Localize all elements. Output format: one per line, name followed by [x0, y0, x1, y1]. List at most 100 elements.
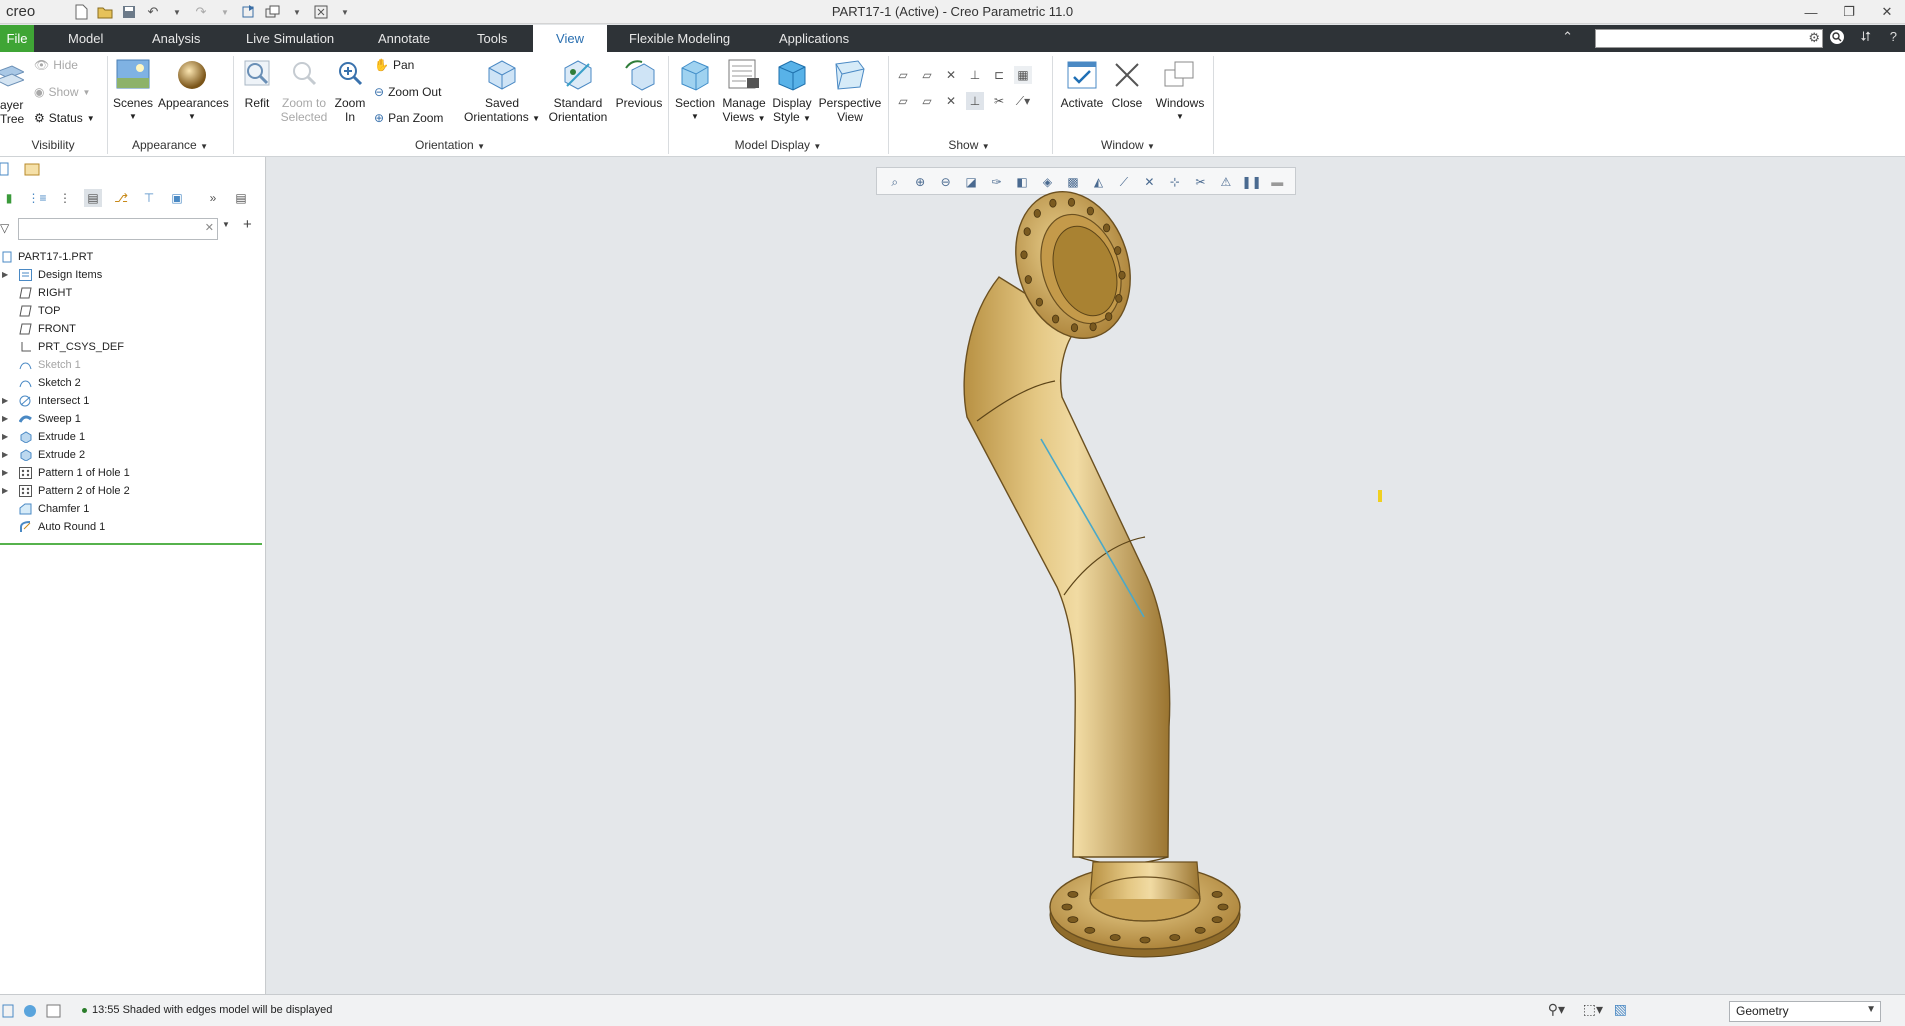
plane-display-icon[interactable]: ⏥: [894, 66, 912, 84]
filter-icon[interactable]: ▽: [0, 221, 9, 235]
tree-item[interactable]: RIGHT: [0, 284, 266, 302]
tab-annotate[interactable]: Annotate: [374, 25, 434, 52]
axis-display-icon[interactable]: ✕: [942, 66, 960, 84]
tree-item[interactable]: ▶ Pattern 2 of Hole 2: [0, 482, 266, 500]
plane-tag-display-icon[interactable]: ⏥: [918, 66, 936, 84]
annotation-display-icon[interactable]: ▦: [1014, 66, 1032, 84]
group-appearance-label[interactable]: Appearance ▼: [108, 138, 232, 152]
pan-zoom-button[interactable]: ⊕ Pan Zoom: [374, 111, 443, 125]
expand-arrow-icon[interactable]: ▶: [2, 464, 10, 482]
add-filter-icon[interactable]: +: [243, 216, 252, 233]
folder-browser-tab-icon[interactable]: [24, 161, 42, 180]
tree-expand-icon[interactable]: ⋮≡: [28, 189, 47, 207]
standard-orientation-button[interactable]: Standard Orientation: [544, 58, 612, 124]
tree-item[interactable]: Chamfer 1: [0, 500, 266, 518]
full-screen-icon[interactable]: [46, 1003, 62, 1022]
help-icon[interactable]: ?: [1890, 29, 1897, 44]
clear-search-icon[interactable]: ✕: [205, 221, 214, 234]
theme-icon[interactable]: ⮃: [1861, 29, 1871, 45]
activate-button[interactable]: Activate: [1058, 58, 1106, 110]
pan-button[interactable]: ✋ Pan: [374, 58, 414, 72]
toggle-browser-icon[interactable]: [22, 1003, 38, 1022]
tree-settings-icon[interactable]: ▮: [0, 189, 18, 207]
appearances-button[interactable]: Appearances ▼: [158, 58, 229, 124]
tree-item[interactable]: ▶ Extrude 2: [0, 446, 266, 464]
tree-filter-icon[interactable]: ▤: [84, 189, 102, 207]
expand-arrow-icon[interactable]: ▶: [2, 482, 10, 500]
gear-icon[interactable]: ⚙: [1808, 30, 1820, 46]
zoom-to-selected-button[interactable]: Zoom to Selected: [278, 58, 330, 124]
search-go-icon[interactable]: [1829, 29, 1845, 48]
csys-tag-icon[interactable]: ✂: [990, 92, 1008, 110]
customize-qat-icon[interactable]: ▼: [336, 3, 354, 21]
spin-center-icon[interactable]: ⏥: [894, 92, 912, 110]
refit-button[interactable]: Refit: [238, 58, 276, 110]
selection-box-icon[interactable]: ⬚▾: [1583, 1001, 1603, 1018]
tab-view[interactable]: View: [533, 25, 607, 52]
tab-file[interactable]: File: [0, 25, 34, 52]
group-show-label[interactable]: Show ▼: [889, 138, 1049, 152]
minimize-icon[interactable]: —: [1801, 2, 1821, 22]
insert-here-marker[interactable]: [0, 543, 262, 545]
windows-button[interactable]: Windows ▼: [1152, 58, 1208, 124]
tree-item[interactable]: TOP: [0, 302, 266, 320]
regenerate-icon[interactable]: [240, 3, 258, 21]
tree-item[interactable]: ▶ Extrude 1: [0, 428, 266, 446]
tab-tools[interactable]: Tools: [473, 25, 511, 52]
close-button[interactable]: Close: [1108, 58, 1146, 110]
csys-display-icon[interactable]: ⊏: [990, 66, 1008, 84]
hide-button[interactable]: 👁 Hide: [34, 58, 78, 72]
selection-filter-select[interactable]: Geometry ▼: [1729, 1001, 1881, 1022]
tab-analysis[interactable]: Analysis: [148, 25, 204, 52]
expand-arrow-icon[interactable]: ▶: [2, 446, 10, 464]
redo-dropdown-icon[interactable]: ▼: [216, 3, 234, 21]
tree-item[interactable]: Auto Round 1: [0, 518, 266, 536]
tree-item[interactable]: Sketch 2: [0, 374, 266, 392]
point-display-icon[interactable]: ⊥: [966, 66, 984, 84]
tree-hierarchy-icon[interactable]: ⊤: [140, 189, 158, 207]
point-tag-icon[interactable]: ⊥: [966, 92, 984, 110]
tree-item[interactable]: Sketch 1: [0, 356, 266, 374]
undo-icon[interactable]: ↶: [144, 3, 162, 21]
more-chevron-icon[interactable]: »: [204, 189, 222, 207]
undo-dropdown-icon[interactable]: ▼: [168, 3, 186, 21]
pipe-body[interactable]: [963, 276, 1171, 858]
pipe-model[interactable]: [267, 157, 1905, 994]
tree-detail-icon[interactable]: ▤: [232, 189, 250, 207]
axis-tag-icon[interactable]: ✕: [942, 92, 960, 110]
manage-views-button[interactable]: Manage Views ▼: [720, 58, 768, 126]
scenes-button[interactable]: Scenes ▼: [111, 58, 155, 124]
search-dropdown-icon[interactable]: ▼: [222, 220, 230, 229]
more-show-icon[interactable]: ⟋▾: [1014, 92, 1032, 110]
tree-item[interactable]: ▶ Intersect 1: [0, 392, 266, 410]
save-icon[interactable]: [120, 3, 138, 21]
toggle-navigator-icon[interactable]: [2, 1003, 16, 1022]
tree-item[interactable]: ▶ Design Items: [0, 266, 266, 284]
tree-item[interactable]: FRONT: [0, 320, 266, 338]
windows-dropdown-icon[interactable]: ▼: [288, 3, 306, 21]
restore-icon[interactable]: ❐: [1839, 2, 1859, 22]
tree-search-input[interactable]: ✕: [18, 218, 218, 240]
tab-live-simulation[interactable]: Live Simulation: [242, 25, 338, 52]
model-tree-tab-icon[interactable]: [0, 161, 10, 180]
tab-flexible-modeling[interactable]: Flexible Modeling: [625, 25, 734, 52]
previous-button[interactable]: Previous: [612, 58, 666, 110]
section-button[interactable]: Section ▼: [672, 58, 718, 124]
tree-item[interactable]: ▶ Pattern 1 of Hole 1: [0, 464, 266, 482]
tree-layers-icon[interactable]: ▣: [168, 189, 186, 207]
close-icon[interactable]: ✕: [1877, 2, 1897, 22]
redo-icon[interactable]: ↷: [192, 3, 210, 21]
group-window-label[interactable]: Window ▼: [1053, 138, 1203, 152]
new-file-icon[interactable]: [72, 3, 90, 21]
expand-arrow-icon[interactable]: ▶: [2, 266, 10, 284]
tab-applications[interactable]: Applications: [775, 25, 853, 52]
perspective-view-button[interactable]: Perspective View: [816, 58, 884, 124]
expand-arrow-icon[interactable]: ▶: [2, 428, 10, 446]
layer-tree-button[interactable]: ayer Tree: [0, 64, 26, 126]
windows-icon[interactable]: [264, 3, 282, 21]
zoom-out-button[interactable]: ⊖ Zoom Out: [374, 85, 441, 99]
close-window-icon[interactable]: [312, 3, 330, 21]
graphics-window[interactable]: ⌕ ⊕ ⊖ ◪ ✑ ◧ ◈ ▩ ◭ ⟋ ✕ ⊹ ✂ ⚠ ❚❚ ▬: [267, 157, 1905, 994]
tree-root-part[interactable]: PART17-1.PRT: [0, 248, 266, 266]
smart-selection-icon[interactable]: ▧: [1614, 1001, 1627, 1018]
